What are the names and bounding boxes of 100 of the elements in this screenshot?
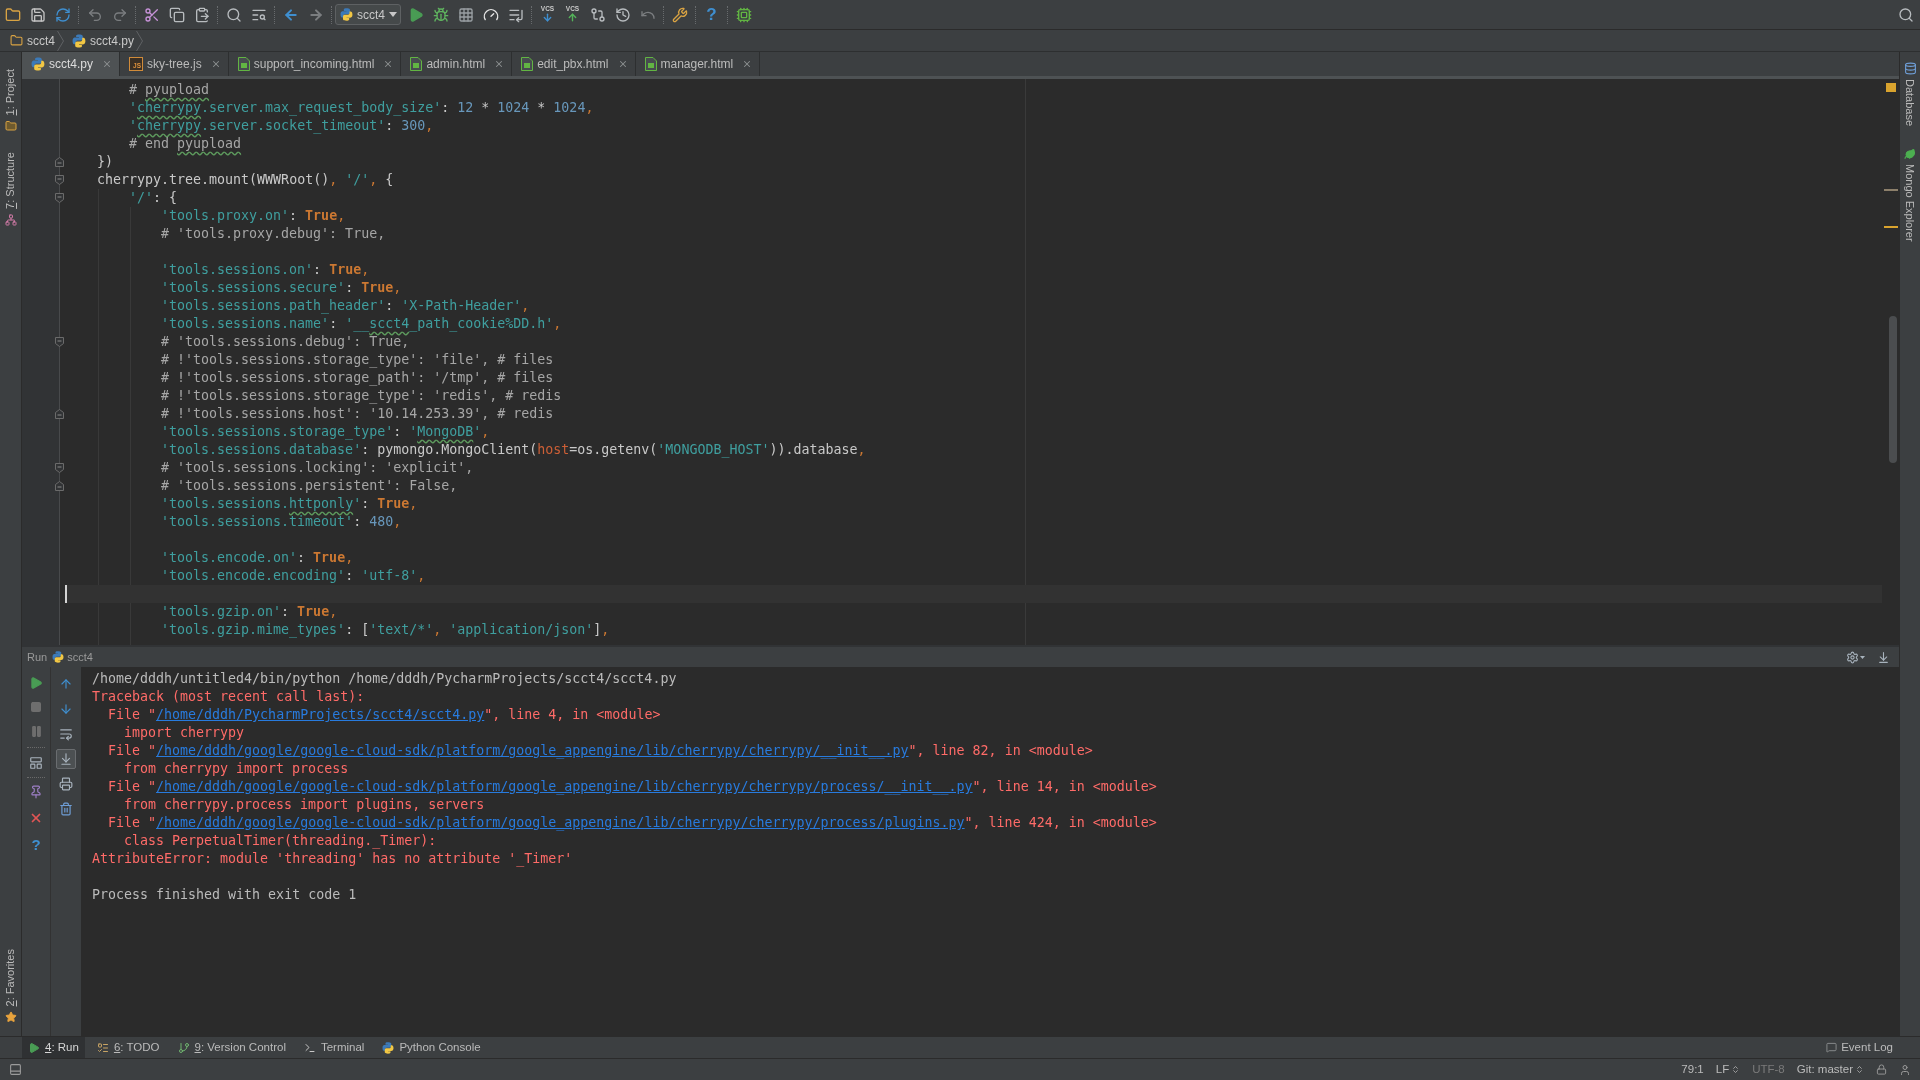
- sync-icon[interactable]: [54, 6, 71, 23]
- wrench-icon[interactable]: [671, 6, 688, 23]
- search-icon[interactable]: [1898, 6, 1914, 23]
- arrow-right-icon[interactable]: [307, 6, 324, 23]
- arrow-down-to-line-icon: [59, 751, 73, 766]
- tool-window-button[interactable]: Python Console: [376, 1037, 487, 1058]
- file-link[interactable]: /home/dddh/google/google-cloud-sdk/platform/google_appengine/lib/cherrypy/cherrypy/process/__init__.py: [156, 779, 973, 794]
- pause-icon[interactable]: [29, 724, 43, 738]
- folder-icon: [10, 34, 23, 47]
- speech-bubble-icon: [1826, 1042, 1838, 1053]
- pin-icon[interactable]: [29, 785, 43, 799]
- editor-tab[interactable]: scct4.py: [22, 52, 120, 76]
- person-icon[interactable]: [1899, 1063, 1911, 1076]
- toggle-button[interactable]: [56, 748, 76, 769]
- grid-icon[interactable]: [457, 6, 474, 23]
- layout-icon[interactable]: [29, 756, 43, 770]
- chip-icon[interactable]: [735, 6, 752, 23]
- panel-toggle-icon[interactable]: [9, 1063, 22, 1076]
- file-link[interactable]: /home/dddh/PycharmProjects/scct4/scct4.py: [156, 707, 485, 722]
- chevron-icon: [136, 30, 144, 51]
- close-icon[interactable]: [102, 59, 112, 69]
- tool-window-button[interactable]: 7: Structure: [0, 149, 21, 230]
- paste-icon[interactable]: [193, 6, 210, 23]
- file-link[interactable]: /home/dddh/google/google-cloud-sdk/platform/google_appengine/lib/cherrypy/cherrypy/__init__.py: [156, 743, 909, 758]
- stop-icon[interactable]: [30, 701, 42, 713]
- run-config-dropdown[interactable]: scct4: [335, 4, 401, 25]
- tool-window-button[interactable]: 4: Run: [22, 1037, 85, 1058]
- close-icon[interactable]: [29, 811, 43, 825]
- event-log-button[interactable]: Event Log: [1826, 1037, 1893, 1058]
- tool-window-button[interactable]: 1: Project: [0, 66, 21, 136]
- fold-marker-icon[interactable]: [55, 157, 64, 167]
- code-line: 'tools.sessions.timeout': 480,: [161, 513, 402, 531]
- arrow-down-icon[interactable]: [59, 701, 73, 716]
- bug-icon[interactable]: [432, 6, 449, 23]
- arrow-up-icon[interactable]: [567, 12, 578, 24]
- arrow-down-icon[interactable]: [542, 12, 553, 24]
- code-line: 'cherrypy.server.max_request_body_size': 12 * 1024 * 1024,: [129, 99, 594, 117]
- console-line: Process finished with exit code 1: [92, 886, 357, 904]
- status-item[interactable]: LF: [1715, 1060, 1741, 1079]
- help-button[interactable]: ?: [706, 6, 717, 23]
- gauge-icon[interactable]: [482, 6, 499, 23]
- tool-window-button[interactable]: Database: [1900, 60, 1920, 129]
- code-line: # pyupload: [129, 81, 210, 99]
- settings-icon[interactable]: [1846, 650, 1859, 664]
- status-indicator-icon: [1886, 83, 1896, 92]
- console-line: File "/home/dddh/google/google-cloud-sdk/platform/google_appengine/lib/cherrypy/cherrypy/__init__.py", line 82, in <module>: [108, 742, 1093, 760]
- tool-window-button[interactable]: Mongo Explorer: [1900, 146, 1920, 244]
- status-item[interactable]: 79:1: [1681, 1060, 1704, 1079]
- panel-title: Run: [27, 649, 48, 665]
- tool-window-button[interactable]: Terminal: [297, 1037, 371, 1058]
- redo-icon[interactable]: [111, 6, 128, 23]
- undo-icon[interactable]: [86, 6, 103, 23]
- arrow-up-icon[interactable]: [59, 676, 73, 691]
- arrow-down-to-line-icon[interactable]: [1877, 650, 1890, 664]
- help-button[interactable]: ?: [31, 836, 41, 852]
- code-line: 'tools.sessions.name': '__scct4_path_cookie%DD.h',: [161, 315, 562, 333]
- fold-marker-icon[interactable]: [55, 481, 64, 491]
- breadcrumb-item[interactable]: scct4: [10, 31, 55, 50]
- close-icon[interactable]: [617, 59, 628, 69]
- fold-marker-icon[interactable]: [55, 337, 64, 347]
- python-icon: [52, 651, 65, 663]
- status-item[interactable]: Git: master: [1796, 1060, 1864, 1079]
- file-link[interactable]: /home/dddh/google/google-cloud-sdk/platform/google_appengine/lib/cherrypy/cherrypy/process/plugins.py: [156, 815, 965, 830]
- branch-icon: [177, 1041, 190, 1054]
- console-line: Traceback (most recent call last):: [92, 688, 365, 706]
- breadcrumb-item[interactable]: scct4.py: [72, 31, 135, 50]
- close-icon[interactable]: [494, 59, 505, 69]
- tool-window-button[interactable]: 9: Version Control: [171, 1037, 292, 1058]
- trash-icon[interactable]: [59, 801, 73, 816]
- code-line: }): [97, 153, 113, 171]
- close-icon[interactable]: [383, 59, 394, 69]
- scrollbar-thumb[interactable]: [1889, 316, 1897, 463]
- tool-window-button[interactable]: 6: TODO: [90, 1037, 166, 1058]
- code-line: 'tools.proxy.on': True,: [161, 207, 346, 225]
- scissors-icon[interactable]: [143, 6, 160, 23]
- folder-icon[interactable]: [4, 6, 21, 23]
- close-icon[interactable]: [210, 59, 221, 69]
- dropdown-arrow-icon: [1860, 655, 1865, 659]
- python-file-icon: [72, 33, 86, 48]
- close-icon[interactable]: [742, 59, 753, 69]
- history-icon[interactable]: [614, 6, 631, 23]
- search-icon[interactable]: [225, 6, 242, 23]
- fold-marker-icon[interactable]: [55, 193, 64, 203]
- console-line: from cherrypy.process import plugins, servers: [124, 796, 485, 814]
- printer-icon[interactable]: [59, 776, 73, 791]
- fold-marker-icon[interactable]: [55, 463, 64, 473]
- copy-icon[interactable]: [168, 6, 185, 23]
- lock-icon[interactable]: [1876, 1064, 1887, 1075]
- play-icon[interactable]: [29, 676, 43, 690]
- arrow-left-icon[interactable]: [282, 6, 299, 23]
- fold-marker-icon[interactable]: [55, 175, 64, 185]
- folder-icon: [4, 120, 17, 133]
- code-line: '/': {: [129, 189, 178, 207]
- code-line: 'cherrypy.server.socket_timeout': 300,: [129, 117, 434, 135]
- compare-icon[interactable]: [589, 6, 606, 23]
- wrap-lines-icon[interactable]: [59, 726, 73, 741]
- tool-window-button[interactable]: 2: Favorites: [0, 945, 21, 1026]
- code-line: # end pyupload: [129, 135, 242, 153]
- fold-marker-icon[interactable]: [55, 409, 64, 419]
- save-icon[interactable]: [29, 6, 46, 23]
